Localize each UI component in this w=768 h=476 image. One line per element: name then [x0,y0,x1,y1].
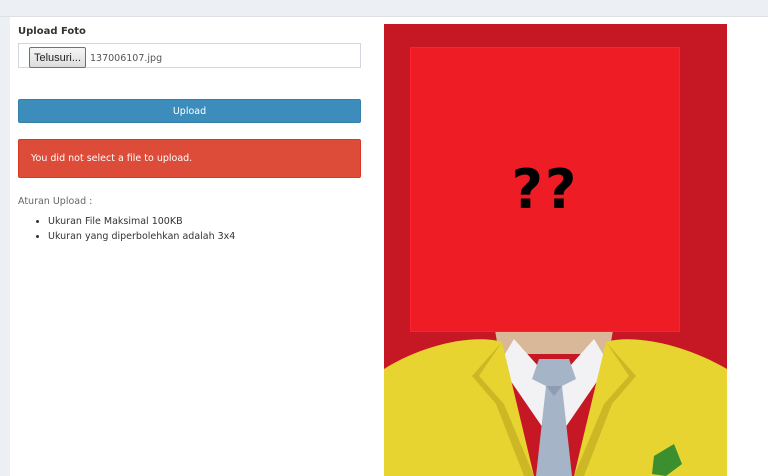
rules-title: Aturan Upload : [18,196,93,207]
file-input[interactable]: Telusuri... 137006107.jpg [18,43,361,68]
censor-text: ?? [511,158,579,221]
upload-foto-label: Upload Foto [18,26,86,37]
error-message: You did not select a file to upload. [31,153,193,164]
browse-button[interactable]: Telusuri... [29,47,86,68]
face-censor-box: ?? [410,47,680,332]
error-alert: You did not select a file to upload. [18,139,361,178]
rule-item-dimensions: Ukuran yang diperbolehkan adalah 3x4 [48,229,235,244]
top-bar [0,0,768,17]
upload-button[interactable]: Upload [18,99,361,123]
selected-file-name: 137006107.jpg [90,53,163,64]
rules-list: Ukuran File Maksimal 100KB Ukuran yang d… [10,214,235,244]
uploaded-photo-preview: ?? [384,24,727,476]
rule-item-max-size: Ukuran File Maksimal 100KB [48,214,235,229]
